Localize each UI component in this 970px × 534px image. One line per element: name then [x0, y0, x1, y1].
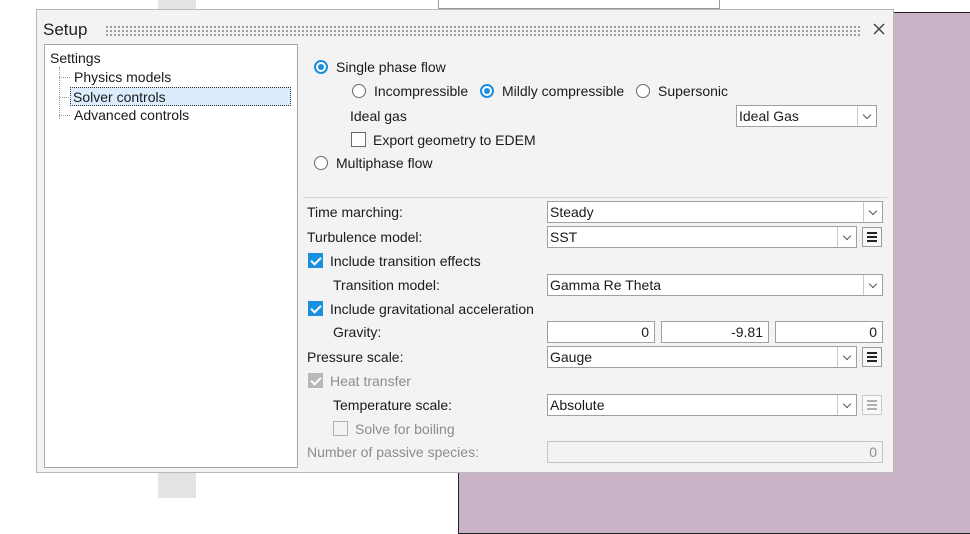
ideal-gas-select[interactable]: Ideal Gas: [736, 105, 877, 127]
multiphase-radio[interactable]: [314, 156, 328, 170]
solve-boiling-checkbox: [333, 421, 348, 436]
time-marching-select[interactable]: Steady: [547, 201, 883, 223]
ideal-gas-value: Ideal Gas: [739, 108, 799, 124]
supersonic-radio[interactable]: [636, 84, 650, 98]
gravity-label: Gravity:: [333, 324, 382, 340]
pressure-options-button[interactable]: [862, 347, 882, 367]
background-window-edge: [438, 0, 720, 9]
time-marching-value: Steady: [550, 204, 594, 220]
transition-model-value: Gamma Re Theta: [550, 277, 662, 293]
chevron-down-icon: [863, 202, 882, 222]
transition-model-select[interactable]: Gamma Re Theta: [547, 274, 883, 296]
pressure-scale-value: Gauge: [550, 349, 593, 365]
tree-item-physics-models[interactable]: Physics models: [59, 68, 173, 87]
temperature-scale-select[interactable]: Absolute: [547, 394, 857, 416]
turbulence-options-button[interactable]: [862, 227, 882, 247]
ideal-gas-label: Ideal gas: [350, 108, 407, 124]
pressure-scale-label: Pressure scale:: [307, 349, 404, 365]
turbulence-model-select[interactable]: SST: [547, 226, 857, 248]
menu-icon: [867, 400, 877, 402]
incompressible-label: Incompressible: [374, 83, 469, 99]
settings-tree: Settings Physics models Solver controls …: [44, 44, 298, 468]
gravity-acceleration-label: Include gravitational acceleration: [330, 301, 534, 317]
dialog-drag-handle[interactable]: [105, 25, 861, 37]
tree-item-solver-controls[interactable]: Solver controls: [60, 87, 291, 106]
pressure-scale-select[interactable]: Gauge: [547, 346, 857, 368]
turbulence-model-value: SST: [550, 229, 578, 245]
section-divider: [303, 197, 887, 198]
close-button[interactable]: [869, 19, 889, 39]
solve-boiling-label: Solve for boiling: [355, 421, 455, 437]
chevron-down-icon: [837, 227, 856, 247]
menu-icon: [867, 352, 877, 354]
gravity-x-input[interactable]: 0: [547, 321, 655, 343]
export-edem-checkbox[interactable]: [351, 132, 366, 147]
close-icon: [873, 23, 885, 35]
temperature-scale-value: Absolute: [550, 397, 605, 413]
chevron-down-icon: [857, 106, 876, 126]
gravity-z-input[interactable]: 0: [775, 321, 883, 343]
single-phase-label: Single phase flow: [336, 59, 446, 75]
export-edem-label: Export geometry to EDEM: [373, 132, 536, 148]
tree-root-settings[interactable]: Settings: [50, 48, 101, 68]
single-phase-radio[interactable]: [314, 60, 328, 74]
tree-item-advanced-controls[interactable]: Advanced controls: [59, 106, 191, 125]
setup-dialog: Setup Settings Physics models Solver con…: [36, 9, 894, 473]
temperature-options-button: [862, 395, 882, 415]
heat-transfer-checkbox: [308, 373, 323, 388]
chevron-down-icon: [837, 395, 856, 415]
gravity-y-input[interactable]: -9.81: [661, 321, 769, 343]
mildly-compressible-label: Mildly compressible: [502, 83, 625, 99]
incompressible-radio[interactable]: [352, 84, 366, 98]
tree-connector: [59, 67, 60, 119]
passive-species-label: Number of passive species:: [307, 444, 479, 460]
transition-effects-label: Include transition effects: [330, 253, 481, 269]
dialog-title: Setup: [43, 20, 88, 39]
chevron-down-icon: [837, 347, 856, 367]
passive-species-input: 0: [547, 441, 883, 463]
turbulence-model-label: Turbulence model:: [307, 229, 423, 245]
gravity-acceleration-checkbox[interactable]: [308, 301, 323, 316]
tree-item-label: Solver controls: [73, 89, 166, 105]
transition-effects-checkbox[interactable]: [308, 253, 323, 268]
menu-icon: [867, 232, 877, 234]
chevron-down-icon: [863, 275, 882, 295]
supersonic-label: Supersonic: [658, 83, 729, 99]
mildly-compressible-radio[interactable]: [480, 84, 494, 98]
tree-item-label: Advanced controls: [74, 107, 190, 123]
multiphase-label: Multiphase flow: [336, 155, 433, 171]
heat-transfer-label: Heat transfer: [330, 373, 411, 389]
time-marching-label: Time marching:: [307, 204, 403, 220]
temperature-scale-label: Temperature scale:: [333, 397, 453, 413]
transition-model-label: Transition model:: [333, 277, 440, 293]
tree-item-label: Physics models: [74, 69, 172, 85]
